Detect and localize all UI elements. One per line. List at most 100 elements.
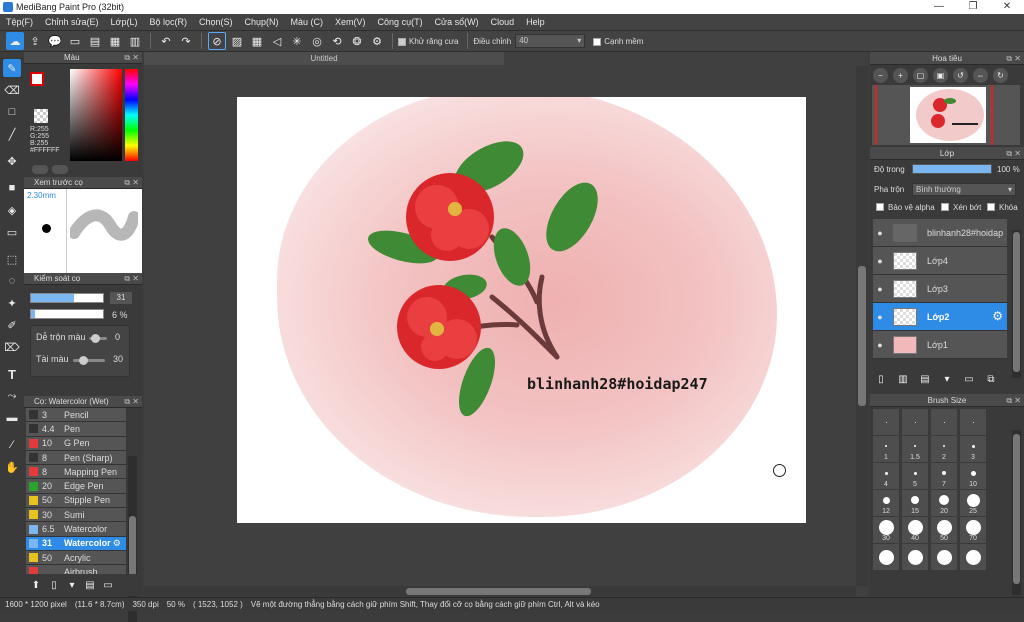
- flip-icon[interactable]: ⇔: [973, 67, 988, 83]
- lasso-tool-icon[interactable]: ◌: [3, 272, 21, 290]
- brush-size-cell[interactable]: [931, 544, 957, 570]
- fit-icon[interactable]: ▢: [913, 67, 928, 83]
- layer-menu-icon[interactable]: ▾: [939, 371, 955, 387]
- add-brush-icon[interactable]: ⬆: [28, 577, 44, 593]
- rotate-right-icon[interactable]: ↻: [993, 67, 1008, 83]
- actual-size-icon[interactable]: ▣: [933, 67, 948, 83]
- layer-visibility-icon[interactable]: ●: [873, 340, 887, 350]
- brush-size-cell[interactable]: 30: [873, 517, 899, 543]
- maximize-button[interactable]: ❐: [956, 0, 990, 14]
- brush-list-item[interactable]: 20 Edge Pen: [26, 479, 126, 494]
- brush-opacity-slider[interactable]: [30, 309, 104, 319]
- close-button[interactable]: ✕: [990, 0, 1024, 14]
- panel-popout-icon[interactable]: ⧉ ✕: [1006, 394, 1021, 407]
- layer-opacity-slider[interactable]: [912, 164, 992, 174]
- brush-size-cell[interactable]: 7: [931, 463, 957, 489]
- brush-size-cell[interactable]: 1.5: [902, 436, 928, 462]
- hand-tool-icon[interactable]: ✋: [3, 458, 21, 476]
- brush-tool-icon[interactable]: ✎: [3, 59, 21, 77]
- layer-list-scrollbar[interactable]: [1012, 230, 1021, 378]
- text-tool-icon[interactable]: T: [3, 365, 21, 383]
- lock-checkbox[interactable]: [987, 203, 995, 211]
- menu-tools[interactable]: Công cụ(T): [372, 17, 429, 27]
- snap-curve-icon[interactable]: ⟲: [328, 32, 346, 50]
- color-mode-button[interactable]: [32, 165, 48, 174]
- layout-icon[interactable]: ▥: [126, 32, 144, 50]
- duplicate-layer-icon[interactable]: ⧉: [983, 371, 999, 387]
- rotate-left-icon[interactable]: ↺: [953, 67, 968, 83]
- smooth-edge-checkbox[interactable]: [593, 38, 602, 46]
- panel-popout-icon[interactable]: ⧉ ✕: [124, 52, 139, 64]
- adjust-dropdown[interactable]: 40: [515, 34, 586, 48]
- brush-size-cell[interactable]: 5: [902, 463, 928, 489]
- menu-color[interactable]: Màu (C): [285, 17, 330, 27]
- menu-view[interactable]: Xem(V): [329, 17, 372, 27]
- palette-button[interactable]: [52, 165, 68, 174]
- brush-size-cell[interactable]: 40: [902, 517, 928, 543]
- panel-popout-icon[interactable]: ⧉ ✕: [124, 177, 139, 189]
- eraser-tool-icon[interactable]: ⌫: [3, 81, 21, 99]
- layer-settings-gear-icon[interactable]: ⚙: [992, 309, 1003, 323]
- brush-size-cell[interactable]: 3: [960, 436, 986, 462]
- canvas-vertical-scrollbar[interactable]: [856, 66, 868, 586]
- foreground-color-swatch[interactable]: [30, 72, 44, 86]
- brush-size-value[interactable]: 31: [110, 292, 132, 304]
- canvas-paper[interactable]: blinhanh28#hoidap247: [237, 97, 806, 523]
- horizontal-scroll-thumb[interactable]: [406, 588, 591, 595]
- panel-popout-icon[interactable]: ⧉ ✕: [1006, 147, 1021, 160]
- brush-size-cell[interactable]: 20: [931, 490, 957, 516]
- brush-size-cell[interactable]: [902, 409, 928, 435]
- antialias-checkbox[interactable]: [398, 38, 406, 46]
- grid-icon[interactable]: ▦: [106, 32, 124, 50]
- new-8bit-layer-icon[interactable]: ▤: [917, 371, 933, 387]
- brush-size-cell[interactable]: 70: [960, 517, 986, 543]
- canvas-horizontal-scrollbar[interactable]: [144, 586, 856, 597]
- menu-filter[interactable]: Bộ lọc(R): [143, 17, 193, 27]
- panel-popout-icon[interactable]: ⧉ ✕: [124, 396, 139, 408]
- magic-wand-tool-icon[interactable]: ✦: [3, 294, 21, 312]
- comment-icon[interactable]: ▭: [66, 32, 84, 50]
- brush-size-cell[interactable]: [960, 409, 986, 435]
- move-tool-icon[interactable]: ✥: [3, 152, 21, 170]
- brush-list-item[interactable]: 10 G Pen: [26, 436, 126, 451]
- zoom-in-icon[interactable]: +: [893, 67, 908, 83]
- panel-popout-icon[interactable]: ⧉ ✕: [124, 273, 139, 285]
- brush-size-cell[interactable]: 4: [873, 463, 899, 489]
- gradient-tool-icon[interactable]: ▭: [3, 223, 21, 241]
- layer-row[interactable]: ● blinhanh28#hoidap: [873, 219, 1007, 247]
- brush-size-cell[interactable]: [960, 544, 986, 570]
- menu-window[interactable]: Cửa sổ(W): [429, 17, 485, 27]
- layer-visibility-icon[interactable]: ●: [873, 312, 887, 322]
- navigator-thumbnail[interactable]: [872, 85, 1020, 145]
- brush-size-slider[interactable]: [30, 293, 104, 303]
- brush-list-item[interactable]: 50 Acrylic: [26, 550, 126, 566]
- layer-row[interactable]: ● Lớp2 ⚙: [873, 303, 1007, 331]
- brush-size-cell[interactable]: 25: [960, 490, 986, 516]
- snap-radial-icon[interactable]: ✳: [288, 32, 306, 50]
- layer-row[interactable]: ● Lớp4: [873, 247, 1007, 275]
- vertical-scroll-thumb[interactable]: [858, 266, 866, 406]
- menu-edit[interactable]: Chỉnh sửa(E): [39, 17, 105, 27]
- layer-visibility-icon[interactable]: ●: [873, 284, 887, 294]
- hue-slider[interactable]: [125, 69, 138, 161]
- upload-icon[interactable]: ⇪: [26, 32, 44, 50]
- brush-settings-icon[interactable]: ▾: [64, 577, 80, 593]
- protect-alpha-checkbox[interactable]: [876, 203, 884, 211]
- undo-icon[interactable]: ↶: [157, 32, 175, 50]
- new-halftone-layer-icon[interactable]: ▥: [895, 371, 911, 387]
- panel-popout-icon[interactable]: ⧉ ✕: [1006, 52, 1021, 65]
- layer-visibility-icon[interactable]: ●: [873, 256, 887, 266]
- menu-cloud[interactable]: Cloud: [485, 17, 521, 27]
- brush-list-item[interactable]: 4.4 Pen: [26, 422, 126, 437]
- new-layer-icon[interactable]: ▯: [873, 371, 889, 387]
- new-brush-icon[interactable]: ▯: [46, 577, 62, 593]
- menu-snap[interactable]: Chụp(N): [239, 17, 285, 27]
- select-eraser-tool-icon[interactable]: ⌦: [3, 338, 21, 356]
- menu-help[interactable]: Help: [520, 17, 551, 27]
- snap-perspective-icon[interactable]: ◁: [268, 32, 286, 50]
- brush-copy-icon[interactable]: ▤: [82, 577, 98, 593]
- brush-settings-gear-icon[interactable]: ⚙: [113, 538, 121, 549]
- snap-grid-icon[interactable]: ▦: [248, 32, 266, 50]
- clipping-checkbox[interactable]: [941, 203, 949, 211]
- menu-file[interactable]: Tệp(F): [0, 17, 39, 27]
